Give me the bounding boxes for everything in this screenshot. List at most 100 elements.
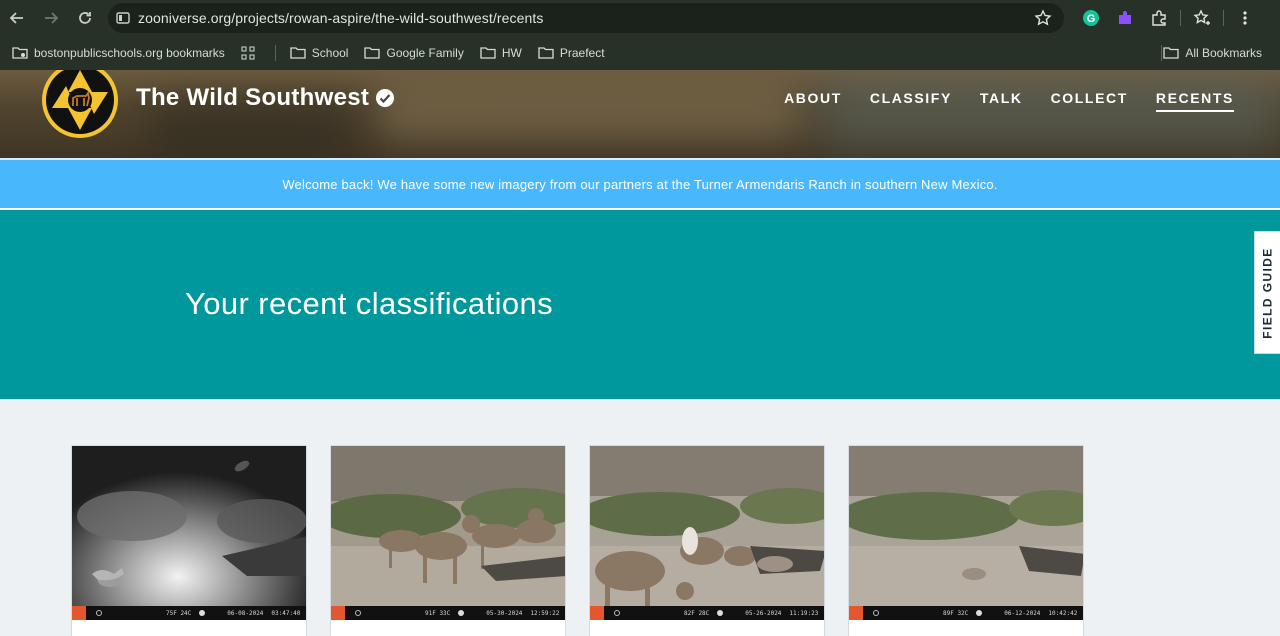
- site-info-icon[interactable]: [108, 11, 138, 25]
- field-guide-tab[interactable]: FIELD GUIDE: [1254, 231, 1280, 354]
- camera-info-strip: 82F 28C 05-26-2024 11:19:23: [590, 606, 824, 620]
- camera-time: 03:47:40: [271, 609, 301, 617]
- moon-phase-icon: [717, 610, 724, 616]
- puzzle-icon: [1152, 10, 1166, 26]
- verified-badge-icon: [376, 89, 394, 107]
- camera-date: 06-08-2024: [227, 609, 264, 617]
- browser-toolbar: zooniverse.org/projects/rowan-aspire/the…: [0, 0, 1280, 36]
- classification-thumbnail[interactable]: [72, 446, 307, 620]
- camera-temperature: 91F 33C: [425, 609, 451, 617]
- all-bookmarks-button[interactable]: All Bookmarks: [1155, 39, 1270, 67]
- folder-icon: [1163, 47, 1179, 59]
- forward-button[interactable]: [34, 0, 68, 36]
- purple-extension[interactable]: [1108, 0, 1142, 36]
- header-background: [380, 80, 800, 140]
- extensions-menu-button[interactable]: [1142, 0, 1176, 36]
- toolbar-divider: [1223, 10, 1224, 26]
- page-title: Your recent classifications: [185, 286, 554, 321]
- managed-folder-icon: [12, 47, 28, 59]
- classification-thumbnail[interactable]: [590, 446, 825, 620]
- address-bar[interactable]: zooniverse.org/projects/rowan-aspire/the…: [108, 3, 1064, 33]
- moon-phase-icon: [458, 610, 465, 616]
- camera-brand-logo-icon: [72, 606, 86, 620]
- folder-icon: [480, 47, 496, 59]
- camera-brand-logo-icon: [590, 606, 604, 620]
- camera-temperature: 82F 28C: [684, 609, 710, 617]
- folder-icon: [538, 47, 554, 59]
- project-header: The Wild Southwest ABOUT CLASSIFY TALK C…: [0, 70, 1280, 158]
- classification-thumbnail[interactable]: [331, 446, 566, 620]
- bookmark-folder-hw[interactable]: HW: [472, 39, 530, 67]
- arrow-right-icon: [45, 12, 59, 24]
- back-button[interactable]: [0, 0, 34, 36]
- moon-phase-icon: [976, 610, 983, 616]
- classification-card[interactable]: 82F 28C 05-26-2024 11:19:23: [589, 445, 825, 636]
- bookmark-label: Praefect: [559, 46, 605, 60]
- bookmark-star-icon[interactable]: [1034, 9, 1052, 27]
- camera-date: 05-26-2024: [745, 609, 782, 617]
- camera-temperature: 75F 24C: [166, 609, 192, 617]
- sensor-icon: [614, 610, 620, 616]
- browser-menu-button[interactable]: [1228, 0, 1262, 36]
- classification-card[interactable]: 91F 33C 05-30-2024 12:59:22: [330, 445, 566, 636]
- sensor-icon: [355, 610, 361, 616]
- bookmark-folder-praefect[interactable]: Praefect: [530, 39, 613, 67]
- announcement-banner: Welcome back! We have some new imagery f…: [0, 158, 1280, 210]
- nav-about[interactable]: ABOUT: [784, 90, 842, 112]
- recent-classifications-grid: 75F 24C 06-08-2024 03:47:40 91F 33C 05-3…: [71, 445, 1084, 636]
- classification-card[interactable]: 89F 32C 06-12-2024 10:42:42: [848, 445, 1084, 636]
- bookmark-label: All Bookmarks: [1185, 46, 1262, 60]
- nav-talk[interactable]: TALK: [980, 90, 1023, 112]
- project-nav: ABOUT CLASSIFY TALK COLLECT RECENTS: [784, 90, 1234, 112]
- bookmarks-bar: bostonpublicschools.org bookmarks School…: [0, 36, 1280, 70]
- reading-list-button[interactable]: [1185, 0, 1219, 36]
- more-vertical-icon: [1243, 11, 1247, 25]
- grammarly-extension[interactable]: G: [1074, 0, 1108, 36]
- url-text[interactable]: zooniverse.org/projects/rowan-aspire/the…: [138, 10, 543, 26]
- star-list-icon: [1193, 9, 1210, 25]
- reload-icon: [79, 12, 91, 24]
- reload-button[interactable]: [68, 0, 102, 36]
- camera-info-strip: 89F 32C 06-12-2024 10:42:42: [849, 606, 1083, 620]
- bookmark-label: School: [311, 46, 349, 60]
- apps-button[interactable]: [233, 39, 269, 67]
- puzzle-extension-icon: [1119, 11, 1131, 24]
- field-guide-label: FIELD GUIDE: [1260, 246, 1275, 339]
- bookmark-folder-managed[interactable]: bostonpublicschools.org bookmarks: [4, 39, 233, 67]
- bookmark-label: HW: [501, 46, 522, 60]
- nav-recents[interactable]: RECENTS: [1155, 90, 1234, 112]
- camera-date: 06-12-2024: [1004, 609, 1041, 617]
- toolbar-divider: [1180, 10, 1181, 26]
- arrow-left-icon: [9, 12, 23, 24]
- camera-brand-logo-icon: [849, 606, 863, 620]
- bookmark-folder-school[interactable]: School: [282, 39, 357, 67]
- grammarly-icon: G: [1083, 10, 1099, 26]
- bookmark-folder-google-family[interactable]: Google Family: [356, 39, 471, 67]
- folder-icon: [364, 47, 381, 59]
- bookmark-label: Google Family: [386, 46, 464, 60]
- bookmarks-divider: [274, 45, 276, 61]
- camera-info-strip: 75F 24C 06-08-2024 03:47:40: [72, 606, 306, 620]
- camera-time: 12:59:22: [530, 609, 560, 617]
- project-logo[interactable]: [42, 70, 118, 138]
- camera-time: 11:19:23: [789, 609, 819, 617]
- recents-hero: Your recent classifications: [0, 210, 1280, 399]
- nav-classify[interactable]: CLASSIFY: [870, 90, 952, 112]
- sensor-icon: [873, 610, 879, 616]
- camera-info-strip: 91F 33C 05-30-2024 12:59:22: [331, 606, 565, 620]
- camera-brand-logo-icon: [331, 606, 345, 620]
- svg-text:G: G: [1087, 13, 1096, 25]
- camera-date: 05-30-2024: [486, 609, 523, 617]
- announcement-text: Welcome back! We have some new imagery f…: [282, 176, 998, 192]
- project-title[interactable]: The Wild Southwest: [136, 84, 369, 112]
- apps-grid-icon: [241, 46, 255, 60]
- camera-time: 10:42:42: [1048, 609, 1078, 617]
- folder-icon: [290, 47, 306, 59]
- camera-temperature: 89F 32C: [943, 609, 969, 617]
- classification-card[interactable]: 75F 24C 06-08-2024 03:47:40: [71, 445, 307, 636]
- nav-collect[interactable]: COLLECT: [1051, 90, 1128, 112]
- sensor-icon: [96, 610, 102, 616]
- camera-aperture-logo-icon: [46, 70, 114, 134]
- classification-thumbnail[interactable]: [849, 446, 1084, 620]
- moon-phase-icon: [199, 610, 206, 616]
